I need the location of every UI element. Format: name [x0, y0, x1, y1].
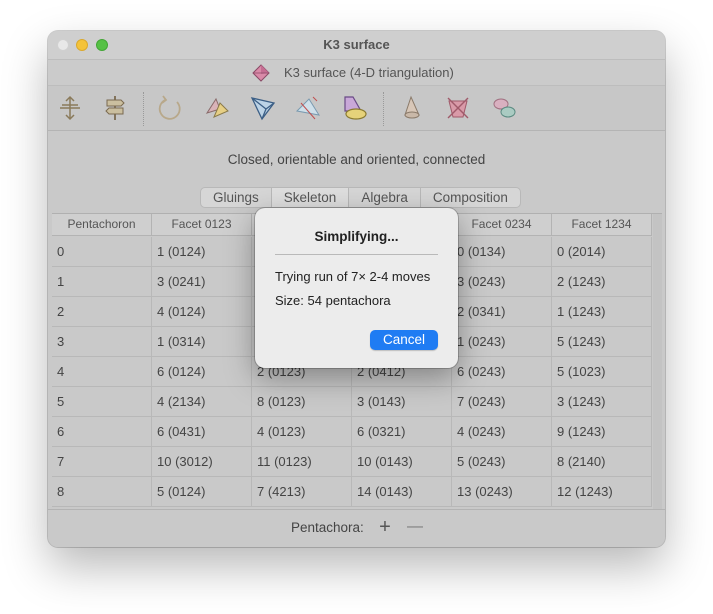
- facet-gluing-cell[interactable]: 0 (2014): [552, 237, 652, 267]
- pentachoron-index-cell[interactable]: 2: [52, 297, 152, 327]
- facet-gluing-cell[interactable]: 0 (0134): [452, 237, 552, 267]
- facet-gluing-cell[interactable]: 1 (0314): [152, 327, 252, 357]
- facet-gluing-cell[interactable]: 4 (2134): [152, 387, 252, 417]
- simplifying-dialog: Simplifying... Trying run of 7× 2-4 move…: [255, 208, 458, 368]
- bundle-icon[interactable]: [488, 92, 520, 124]
- vertical-scrollbar[interactable]: [653, 214, 662, 509]
- cancel-button[interactable]: Cancel: [370, 330, 438, 350]
- triangulation-4d-icon: [251, 63, 271, 83]
- facet-gluing-cell[interactable]: 5 (0243): [452, 447, 552, 477]
- facet-gluing-cell[interactable]: 2 (0341): [452, 297, 552, 327]
- table-row[interactable]: 54 (2134) 8 (0123) 3 (0143) 7 (0243) 3 (1243…: [52, 387, 652, 417]
- facet-gluing-cell[interactable]: 10 (3012): [152, 447, 252, 477]
- title-bar[interactable]: K3 surface: [48, 31, 665, 59]
- column-header[interactable]: Pentachoron: [52, 214, 152, 236]
- facet-gluing-cell[interactable]: 5 (1023): [552, 357, 652, 387]
- table-row[interactable]: 85 (0124) 7 (4213) 14 (0143) 13 (0243) 12 (1…: [52, 477, 652, 507]
- toolbar-separator: [383, 92, 384, 126]
- pentachoron-index-cell[interactable]: 5: [52, 387, 152, 417]
- pentachoron-index-cell[interactable]: 4: [52, 357, 152, 387]
- double-cover-icon[interactable]: [201, 92, 233, 124]
- pinch-icon[interactable]: [338, 92, 370, 124]
- table-row[interactable]: 66 (0431) 4 (0123) 6 (0321) 4 (0243) 9 (1243…: [52, 417, 652, 447]
- remove-pentachoron-button[interactable]: —: [404, 516, 426, 538]
- facet-gluing-cell[interactable]: 11 (0123): [252, 447, 352, 477]
- facet-gluing-cell[interactable]: 2 (1243): [552, 267, 652, 297]
- tab-composition[interactable]: Composition: [421, 188, 520, 207]
- column-header[interactable]: Facet 1234: [552, 214, 652, 236]
- facet-gluing-cell[interactable]: 6 (0431): [152, 417, 252, 447]
- elementary-move-icon[interactable]: [54, 92, 86, 124]
- packet-label: K3 surface (4-D triangulation): [284, 65, 454, 80]
- pentachoron-index-cell[interactable]: 8: [52, 477, 152, 507]
- facet-gluing-cell[interactable]: 4 (0124): [152, 297, 252, 327]
- facet-gluing-cell[interactable]: 9 (1243): [552, 417, 652, 447]
- facet-gluing-cell[interactable]: 4 (0123): [252, 417, 352, 447]
- facet-gluing-cell[interactable]: 1 (1243): [552, 297, 652, 327]
- facet-gluing-cell[interactable]: 3 (0243): [452, 267, 552, 297]
- dialog-title: Simplifying...: [314, 229, 399, 244]
- dialog-progress-text: Trying run of 7× 2-4 moves: [275, 269, 431, 284]
- window-title: K3 surface: [323, 37, 390, 52]
- pentachoron-index-cell[interactable]: 3: [52, 327, 152, 357]
- facet-gluing-cell[interactable]: 3 (0143): [352, 387, 452, 417]
- facet-gluing-cell[interactable]: 12 (1243): [552, 477, 652, 507]
- tab-bar: Gluings Skeleton Algebra Composition: [200, 187, 521, 208]
- facet-gluing-cell[interactable]: 6 (0321): [352, 417, 452, 447]
- pentachoron-index-cell[interactable]: 6: [52, 417, 152, 447]
- pentachoron-index-cell[interactable]: 0: [52, 237, 152, 267]
- toolbar: [48, 86, 665, 131]
- truncate-icon[interactable]: [247, 92, 279, 124]
- pentachoron-index-cell[interactable]: 7: [52, 447, 152, 477]
- tab-skeleton[interactable]: Skeleton: [271, 188, 350, 207]
- tab-gluings[interactable]: Gluings: [201, 188, 272, 207]
- facet-gluing-cell[interactable]: 3 (0241): [152, 267, 252, 297]
- facet-gluing-cell[interactable]: 8 (2140): [552, 447, 652, 477]
- facet-gluing-cell[interactable]: 1 (0124): [152, 237, 252, 267]
- facet-gluing-cell[interactable]: 10 (0143): [352, 447, 452, 477]
- facet-gluing-cell[interactable]: 13 (0243): [452, 477, 552, 507]
- facet-gluing-cell[interactable]: 5 (0124): [152, 477, 252, 507]
- toolbar-separator: [143, 92, 144, 126]
- prism-icon[interactable]: [442, 92, 474, 124]
- facet-gluing-cell[interactable]: 6 (0124): [152, 357, 252, 387]
- dialog-divider: [275, 254, 438, 255]
- packet-header: K3 surface (4-D triangulation): [48, 59, 665, 86]
- footer-bar: Pentachora: + —: [48, 509, 665, 547]
- boundary-icon[interactable]: [292, 92, 324, 124]
- column-header[interactable]: Facet 0234: [452, 214, 552, 236]
- facet-gluing-cell[interactable]: 4 (0243): [452, 417, 552, 447]
- cone-icon[interactable]: [396, 92, 428, 124]
- triangulation-properties: Closed, orientable and oriented, connect…: [227, 152, 486, 167]
- facet-gluing-cell[interactable]: 5 (1243): [552, 327, 652, 357]
- pentachoron-index-cell[interactable]: 1: [52, 267, 152, 297]
- signpost-icon[interactable]: [98, 92, 130, 124]
- dialog-size-text: Size: 54 pentachora: [275, 293, 391, 308]
- add-pentachoron-button[interactable]: +: [374, 516, 396, 538]
- refresh-icon[interactable]: [154, 92, 186, 124]
- facet-gluing-cell[interactable]: 3 (1243): [552, 387, 652, 417]
- facet-gluing-cell[interactable]: 7 (4213): [252, 477, 352, 507]
- facet-gluing-cell[interactable]: 1 (0243): [452, 327, 552, 357]
- facet-gluing-cell[interactable]: 6 (0243): [452, 357, 552, 387]
- facet-gluing-cell[interactable]: 14 (0143): [352, 477, 452, 507]
- column-header[interactable]: Facet 0123: [152, 214, 252, 236]
- tab-algebra[interactable]: Algebra: [349, 188, 421, 207]
- facet-gluing-cell[interactable]: 7 (0243): [452, 387, 552, 417]
- facet-gluing-cell[interactable]: 8 (0123): [252, 387, 352, 417]
- pentachora-label: Pentachora:: [291, 520, 364, 535]
- table-row[interactable]: 7 10 (3012) 11 (0123) 10 (0143) 5 (0243) 8 (2…: [52, 447, 652, 477]
